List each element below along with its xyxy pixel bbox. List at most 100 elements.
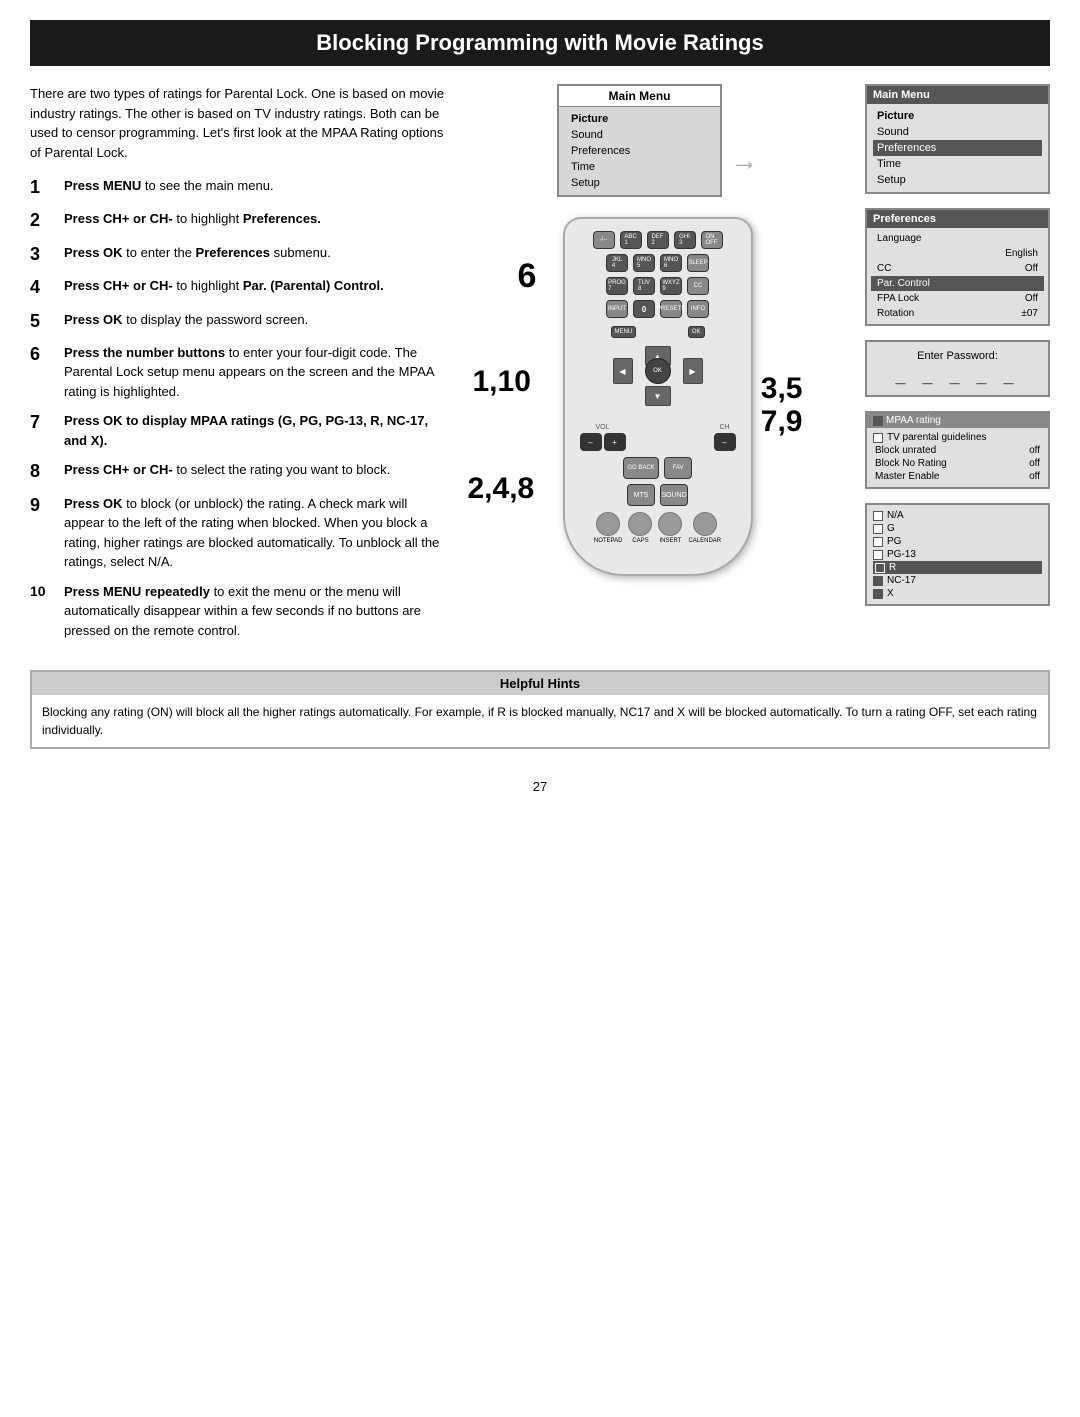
- remote-btn-ch-down[interactable]: –: [714, 433, 736, 451]
- remote-btn-notepad[interactable]: [596, 512, 620, 536]
- main-menu-screen-1: Main Menu Picture Sound Preferences Time…: [557, 84, 722, 197]
- step-text: Press MENU repeatedly to exit the menu o…: [64, 582, 450, 641]
- pref-rotation-value: ±07: [1021, 308, 1038, 319]
- mpaa-label: MPAA rating: [886, 415, 941, 426]
- rating-x: X: [873, 587, 1042, 600]
- menu-item-sound: Sound: [873, 124, 1042, 140]
- remote-btn-vol-down[interactable]: –: [580, 433, 602, 451]
- menu-item-setup: Setup: [567, 175, 712, 191]
- tv-guidelines-item: TV parental guidelines: [873, 431, 1042, 444]
- helpful-hints-box: Helpful Hints Blocking any rating (ON) w…: [30, 670, 1050, 749]
- notepad-label: NOTEPAD: [594, 538, 623, 544]
- step-number: 2: [30, 209, 58, 232]
- remote-btn-onoff[interactable]: ONOFF: [701, 231, 723, 249]
- remote-btn-right[interactable]: ▶: [683, 358, 703, 384]
- helpful-hints-title: Helpful Hints: [32, 672, 1048, 695]
- step-text: Press MENU to see the main menu.: [64, 176, 450, 196]
- remote-btn-left[interactable]: ◀: [613, 358, 633, 384]
- screen-preferences-title: Preferences: [867, 210, 1048, 228]
- step-label-6: 6: [518, 257, 537, 296]
- rating-g-checkbox: [873, 524, 883, 534]
- pref-cc-row: CC Off: [871, 261, 1044, 276]
- remote-btn-4[interactable]: JKL4: [606, 254, 628, 272]
- pref-par-control-row: Par. Control: [871, 276, 1044, 291]
- remote-btn-ok[interactable]: OK: [688, 326, 705, 338]
- rating-r: R: [873, 561, 1042, 574]
- intro-text: There are two types of ratings for Paren…: [30, 84, 450, 162]
- remote-btn-1[interactable]: ABC1: [620, 231, 642, 249]
- pref-par-label: Par. Control: [877, 278, 930, 289]
- rating-pg: PG: [873, 535, 1042, 548]
- remote-btn-sleep[interactable]: SLEEP: [687, 254, 709, 272]
- step-text: Press OK to enter the Preferences submen…: [64, 243, 450, 263]
- rating-nc17-label: NC-17: [887, 575, 916, 586]
- remote-btn-insert[interactable]: [658, 512, 682, 536]
- remote-btn-input[interactable]: INPUT: [606, 300, 628, 318]
- remote-round-buttons: NOTEPAD CAPS INSERT CALENDAR: [575, 512, 741, 544]
- remote-nav-row: GO BACK FAV: [575, 457, 741, 479]
- remote-btn-fav[interactable]: FAV: [664, 457, 692, 479]
- step-label-110: 1,10: [473, 367, 531, 397]
- list-item: 3 Press OK to enter the Preferences subm…: [30, 243, 450, 266]
- remote-btn-3[interactable]: GHI3: [674, 231, 696, 249]
- tv-guidelines-label: TV parental guidelines: [887, 432, 987, 443]
- remote-btn-down[interactable]: ▼: [645, 386, 671, 406]
- block-unrated-row: Block unrated off: [873, 444, 1042, 457]
- rating-g-label: G: [887, 523, 895, 534]
- steps-list: 1 Press MENU to see the main menu. 2 Pre…: [30, 176, 450, 640]
- ui-screen-main-menu: Main Menu Picture Sound Preferences Time…: [865, 84, 1050, 194]
- master-enable-label: Master Enable: [875, 471, 939, 482]
- master-enable-value: off: [1029, 471, 1040, 482]
- remote-btn-2[interactable]: DEF2: [647, 231, 669, 249]
- master-enable-row: Master Enable off: [873, 470, 1042, 483]
- remote-btn-6[interactable]: MNO6: [660, 254, 682, 272]
- menu-item-time: Time: [567, 159, 712, 175]
- password-label: Enter Password:: [875, 350, 1040, 362]
- step-text: Press CH+ or CH- to highlight Par. (Pare…: [64, 276, 450, 296]
- rating-pg13-checkbox: [873, 550, 883, 560]
- remote-btn-caps[interactable]: [628, 512, 652, 536]
- remote-btn-ok-center[interactable]: OK: [645, 358, 671, 384]
- step-label-3579: 3,57,9: [761, 372, 803, 438]
- list-item: 10 Press MENU repeatedly to exit the men…: [30, 582, 450, 641]
- menu-item-preferences: Preferences: [567, 143, 712, 159]
- block-no-rating-label: Block No Rating: [875, 458, 947, 469]
- screen-main-menu-body: Picture Sound Preferences Time Setup: [867, 104, 1048, 192]
- remote-btn-goback[interactable]: GO BACK: [623, 457, 659, 479]
- remote-btn-sound[interactable]: SOUND: [660, 484, 688, 506]
- remote-btn-dash[interactable]: -/--: [593, 231, 615, 249]
- remote-mts-row: MTS SOUND: [575, 484, 741, 506]
- block-unrated-label: Block unrated: [875, 445, 936, 456]
- insert-label: INSERT: [659, 538, 681, 544]
- remote-btn-calendar[interactable]: [693, 512, 717, 536]
- remote-btn-0[interactable]: 0: [633, 300, 655, 318]
- remote-btn-presets[interactable]: PRESETS: [660, 300, 682, 318]
- rating-x-label: X: [887, 588, 894, 599]
- caps-label: CAPS: [632, 538, 648, 544]
- step-text: Press CH+ or CH- to highlight Preference…: [64, 209, 450, 229]
- step-text: Press OK to display MPAA ratings (G, PG,…: [64, 411, 450, 450]
- remote-btn-mts[interactable]: MTS: [627, 484, 655, 506]
- remote-btn-9[interactable]: WXYZ9: [660, 277, 682, 295]
- pref-language-row: Language: [871, 231, 1044, 246]
- ui-screen-preferences: Preferences Language English CC Off Par.…: [865, 208, 1050, 326]
- remote-btn-info[interactable]: INFO: [687, 300, 709, 318]
- step-number: 8: [30, 460, 58, 483]
- remote-btn-vol-up[interactable]: +: [604, 433, 626, 451]
- arrow-icon: →: [730, 145, 758, 177]
- remote-btn-5[interactable]: MNO5: [633, 254, 655, 272]
- page-number: 27: [0, 769, 1080, 804]
- menu-item-setup: Setup: [873, 172, 1042, 188]
- remote-btn-7[interactable]: PROG7: [606, 277, 628, 295]
- remote-row-1: -/-- ABC1 DEF2 GHI3 ONOFF: [575, 231, 741, 249]
- list-item: 7 Press OK to display MPAA ratings (G, P…: [30, 411, 450, 450]
- block-no-rating-row: Block No Rating off: [873, 457, 1042, 470]
- pref-rotation-row: Rotation ±07: [871, 306, 1044, 321]
- ui-screen-ratings: N/A G PG PG-13 R NC-17: [865, 503, 1050, 606]
- pref-cc-value: Off: [1025, 263, 1038, 274]
- password-dashes: _ _ _ _ _: [875, 366, 1040, 387]
- remote-btn-menu[interactable]: MENU: [611, 326, 637, 338]
- remote-btn-8[interactable]: TUV8: [633, 277, 655, 295]
- list-item: 1 Press MENU to see the main menu.: [30, 176, 450, 199]
- remote-btn-cc[interactable]: CC: [687, 277, 709, 295]
